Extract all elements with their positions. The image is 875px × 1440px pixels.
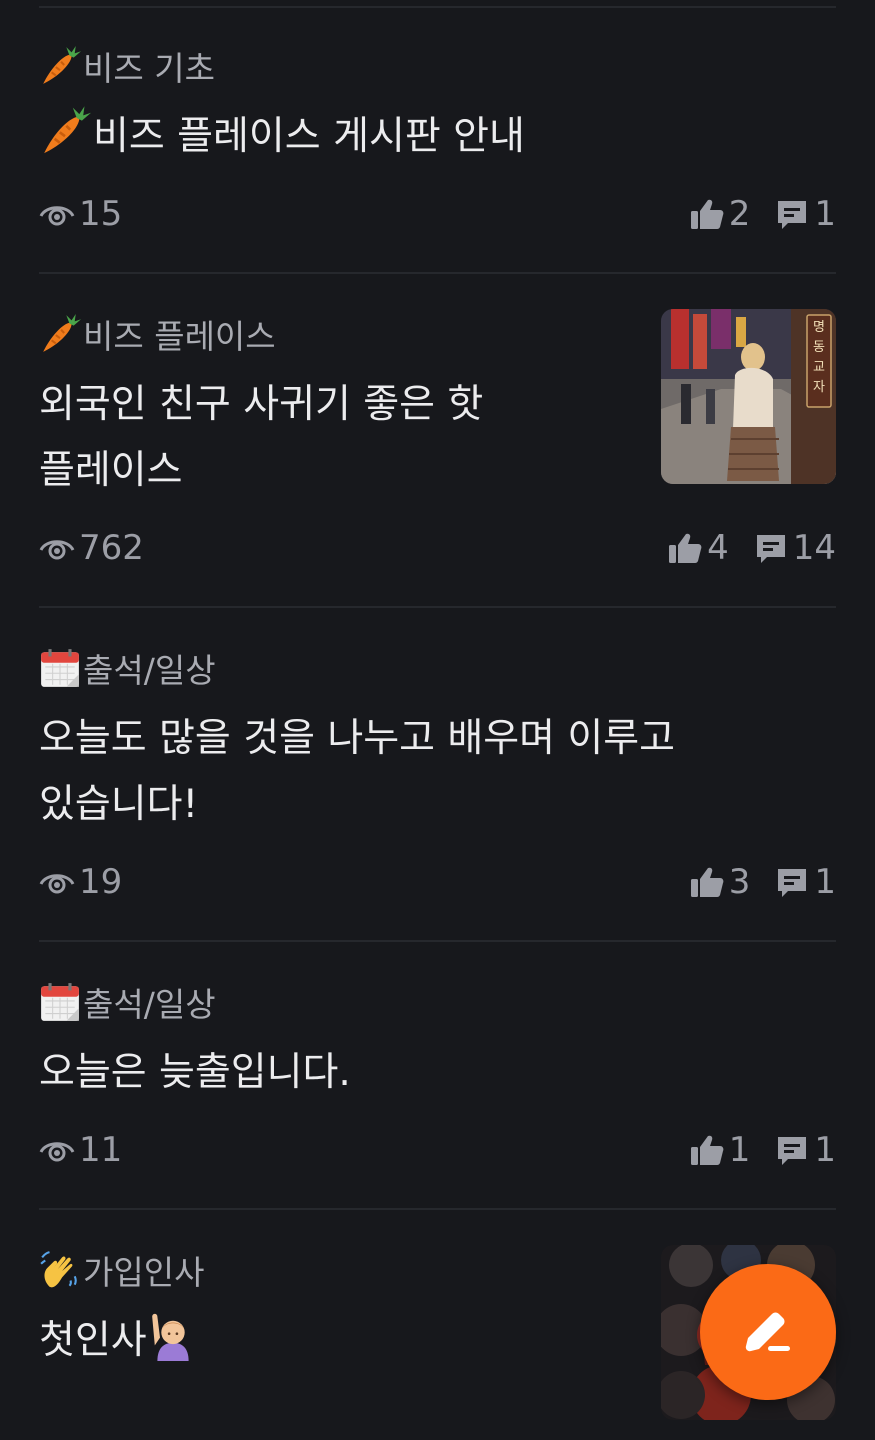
comment-button[interactable]: 14	[753, 528, 836, 568]
post-stats: 11 1 1	[39, 1128, 836, 1172]
post-title[interactable]: 비즈 플레이스 게시판 안내	[39, 104, 836, 170]
comment-count: 14	[792, 528, 836, 568]
post-category[interactable]: 출석/일상	[39, 980, 836, 1024]
post-title[interactable]: 오늘도 많을 것을 나누고 배우며 이루고 있습니다!	[39, 706, 829, 838]
like-button[interactable]: 4	[667, 528, 729, 568]
comment-button[interactable]: 1	[774, 862, 836, 902]
carrot-icon	[44, 106, 91, 154]
view-count: 15	[39, 194, 122, 234]
eye-icon	[39, 1142, 75, 1162]
post-category-label: 비즈 기초	[83, 49, 215, 88]
comment-count: 1	[814, 194, 836, 234]
comment-count: 1	[814, 1130, 836, 1170]
post-item-4[interactable]: 출석/일상 오늘은 늦출입니다. 11 1 1	[39, 980, 836, 1170]
post-stats: 15 2 1	[39, 192, 836, 236]
thumbs-up-icon	[690, 867, 724, 897]
write-post-button[interactable]	[700, 1264, 836, 1400]
divider	[39, 606, 836, 608]
comment-count: 1	[814, 862, 836, 902]
carrot-icon	[43, 314, 81, 352]
post-thumbnail[interactable]: 명 동 교 자	[661, 309, 836, 484]
thumbs-up-icon	[690, 199, 724, 229]
comment-button[interactable]: 1	[774, 194, 836, 234]
street-photo-thumbnail: 명 동 교 자	[661, 309, 836, 484]
waving-hand-icon	[40, 1251, 77, 1288]
like-button[interactable]: 1	[689, 1130, 751, 1170]
post-title-text: 오늘은 늦출입니다.	[39, 1050, 351, 1095]
svg-text:자: 자	[813, 380, 825, 395]
comment-icon	[778, 869, 807, 897]
post-item-1[interactable]: 비즈 기초 비즈 플레이스 게시판 안내 15 2 1	[39, 44, 836, 234]
divider	[39, 940, 836, 942]
like-count: 4	[707, 528, 729, 568]
calendar-icon	[41, 649, 79, 687]
post-item-3[interactable]: 출석/일상 오늘도 많을 것을 나누고 배우며 이루고 있습니다! 19 3 1	[39, 646, 836, 902]
comment-icon	[756, 535, 785, 563]
svg-text:교: 교	[813, 360, 825, 375]
like-button[interactable]: 2	[689, 194, 751, 234]
eye-icon	[39, 206, 75, 226]
comment-icon	[778, 1137, 807, 1165]
divider	[39, 6, 836, 8]
post-category[interactable]: 출석/일상	[39, 646, 836, 690]
comment-icon	[778, 201, 807, 229]
post-category[interactable]: 비즈 기초	[39, 44, 836, 88]
post-category-label: 출석/일상	[83, 985, 216, 1024]
divider	[39, 1208, 836, 1210]
pencil-icon	[745, 1312, 790, 1352]
like-count: 2	[728, 194, 751, 234]
calendar-icon	[41, 983, 79, 1021]
comment-button[interactable]: 1	[774, 1130, 836, 1170]
eye-icon	[39, 540, 75, 560]
like-count: 3	[728, 862, 751, 902]
post-stats: 762 4 14	[39, 526, 836, 570]
post-title[interactable]: 오늘은 늦출입니다.	[39, 1040, 836, 1106]
svg-text:동: 동	[813, 340, 825, 355]
view-count: 762	[39, 528, 144, 568]
view-count: 19	[39, 862, 122, 902]
like-count: 1	[728, 1130, 751, 1170]
post-title-text: 비즈 플레이스 게시판 안내	[93, 114, 525, 159]
thumbs-up-icon	[690, 1135, 724, 1165]
sign-text: 명	[813, 320, 825, 335]
divider	[39, 272, 836, 274]
post-category-label: 가입인사	[83, 1253, 205, 1292]
post-title-text: 오늘도 많을 것을 나누고 배우며 이루고 있습니다!	[39, 716, 676, 827]
raising-hand-icon	[151, 1313, 189, 1361]
post-stats: 19 3 1	[39, 860, 836, 904]
post-title[interactable]: 외국인 친구 사귀기 좋은 핫 플레이스	[39, 372, 609, 504]
thumbs-up-icon	[669, 533, 702, 563]
carrot-icon	[43, 46, 81, 84]
post-title-text: 외국인 친구 사귀기 좋은 핫 플레이스	[39, 382, 484, 493]
view-count: 11	[39, 1130, 122, 1170]
eye-icon	[39, 874, 75, 894]
post-category-label: 출석/일상	[83, 651, 216, 690]
like-button[interactable]: 3	[689, 862, 751, 902]
post-category-label: 비즈 플레이스	[83, 317, 276, 356]
post-title-text: 첫인사	[39, 1318, 147, 1363]
